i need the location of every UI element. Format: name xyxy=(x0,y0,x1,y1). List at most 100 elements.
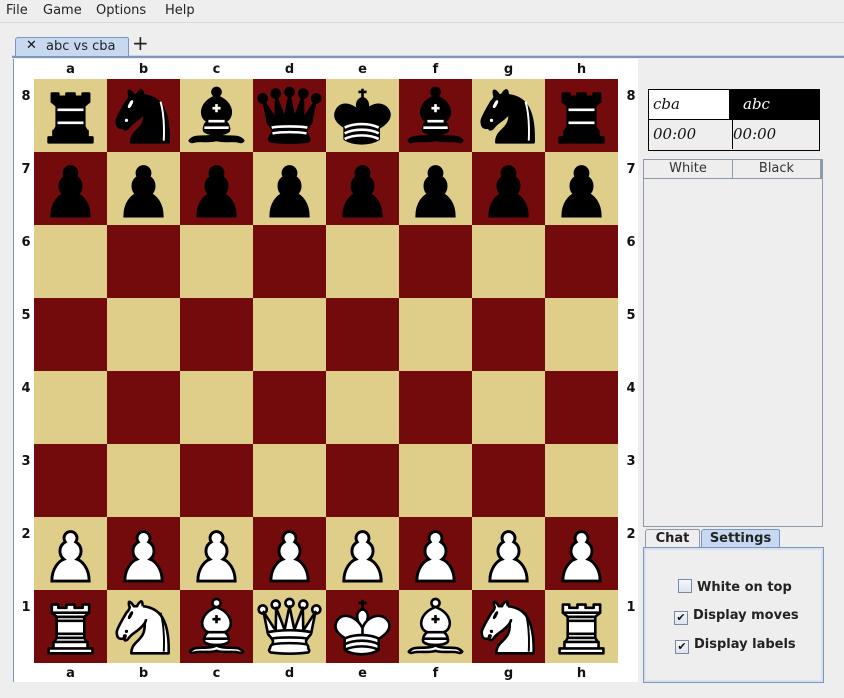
black-rook-icon[interactable] xyxy=(34,79,107,152)
square-e2[interactable] xyxy=(326,517,399,590)
square-c3[interactable] xyxy=(180,444,253,517)
black-pawn-icon[interactable] xyxy=(326,152,399,225)
square-a1[interactable] xyxy=(34,590,107,663)
black-rook-icon[interactable] xyxy=(545,79,618,152)
square-h3[interactable] xyxy=(545,444,618,517)
square-g2[interactable] xyxy=(472,517,545,590)
white-bishop-icon[interactable] xyxy=(180,590,253,663)
square-d2[interactable] xyxy=(253,517,326,590)
square-c8[interactable] xyxy=(180,79,253,152)
tab-game[interactable]: ✕ abc vs cba xyxy=(15,37,129,56)
square-g7[interactable] xyxy=(472,152,545,225)
square-b3[interactable] xyxy=(107,444,180,517)
square-g8[interactable] xyxy=(472,79,545,152)
square-g4[interactable] xyxy=(472,371,545,444)
square-h7[interactable] xyxy=(545,152,618,225)
add-tab-button[interactable]: + xyxy=(132,32,149,54)
square-d1[interactable] xyxy=(253,590,326,663)
square-f3[interactable] xyxy=(399,444,472,517)
square-f5[interactable] xyxy=(399,298,472,371)
menu-help[interactable]: Help xyxy=(165,3,195,18)
black-pawn-icon[interactable] xyxy=(34,152,107,225)
white-pawn-icon[interactable] xyxy=(399,517,472,590)
white-queen-icon[interactable] xyxy=(253,590,326,663)
square-d6[interactable] xyxy=(253,225,326,298)
square-a6[interactable] xyxy=(34,225,107,298)
square-e5[interactable] xyxy=(326,298,399,371)
chess-board[interactable] xyxy=(34,79,618,663)
square-b7[interactable] xyxy=(107,152,180,225)
square-d8[interactable] xyxy=(253,79,326,152)
square-c5[interactable] xyxy=(180,298,253,371)
square-b8[interactable] xyxy=(107,79,180,152)
square-f1[interactable] xyxy=(399,590,472,663)
black-pawn-icon[interactable] xyxy=(545,152,618,225)
close-icon[interactable]: ✕ xyxy=(26,38,37,53)
square-e4[interactable] xyxy=(326,371,399,444)
tab-chat[interactable]: Chat xyxy=(645,529,700,548)
display-moves-option[interactable]: ✔ Display moves xyxy=(674,608,799,625)
square-d5[interactable] xyxy=(253,298,326,371)
square-e1[interactable] xyxy=(326,590,399,663)
square-h5[interactable] xyxy=(545,298,618,371)
menu-options[interactable]: Options xyxy=(96,3,146,18)
white-king-icon[interactable] xyxy=(326,590,399,663)
square-a2[interactable] xyxy=(34,517,107,590)
moves-table[interactable]: White Black xyxy=(643,159,823,527)
tab-settings[interactable]: Settings xyxy=(701,529,780,548)
white-pawn-icon[interactable] xyxy=(34,517,107,590)
white-bishop-icon[interactable] xyxy=(399,590,472,663)
square-b1[interactable] xyxy=(107,590,180,663)
white-rook-icon[interactable] xyxy=(34,590,107,663)
square-c1[interactable] xyxy=(180,590,253,663)
square-e8[interactable] xyxy=(326,79,399,152)
black-pawn-icon[interactable] xyxy=(472,152,545,225)
square-f2[interactable] xyxy=(399,517,472,590)
white-knight-icon[interactable] xyxy=(472,590,545,663)
square-f4[interactable] xyxy=(399,371,472,444)
white-pawn-icon[interactable] xyxy=(545,517,618,590)
square-a4[interactable] xyxy=(34,371,107,444)
black-pawn-icon[interactable] xyxy=(180,152,253,225)
menu-game[interactable]: Game xyxy=(43,3,82,18)
square-c2[interactable] xyxy=(180,517,253,590)
white-pawn-icon[interactable] xyxy=(253,517,326,590)
white-rook-icon[interactable] xyxy=(545,590,618,663)
display-labels-checkbox[interactable]: ✔ xyxy=(675,640,689,654)
square-g3[interactable] xyxy=(472,444,545,517)
white-on-top-checkbox[interactable] xyxy=(678,579,692,593)
moves-header-white[interactable]: White xyxy=(644,160,733,179)
square-f7[interactable] xyxy=(399,152,472,225)
square-a3[interactable] xyxy=(34,444,107,517)
square-c7[interactable] xyxy=(180,152,253,225)
square-b5[interactable] xyxy=(107,298,180,371)
black-queen-icon[interactable] xyxy=(253,79,326,152)
black-knight-icon[interactable] xyxy=(472,79,545,152)
moves-header-black[interactable]: Black xyxy=(733,160,822,179)
black-king-icon[interactable] xyxy=(326,79,399,152)
white-pawn-icon[interactable] xyxy=(180,517,253,590)
black-pawn-icon[interactable] xyxy=(107,152,180,225)
black-bishop-icon[interactable] xyxy=(180,79,253,152)
square-d4[interactable] xyxy=(253,371,326,444)
square-b2[interactable] xyxy=(107,517,180,590)
black-bishop-icon[interactable] xyxy=(399,79,472,152)
square-d7[interactable] xyxy=(253,152,326,225)
black-knight-icon[interactable] xyxy=(107,79,180,152)
white-pawn-icon[interactable] xyxy=(326,517,399,590)
square-e7[interactable] xyxy=(326,152,399,225)
square-g6[interactable] xyxy=(472,225,545,298)
square-h4[interactable] xyxy=(545,371,618,444)
square-a7[interactable] xyxy=(34,152,107,225)
square-g1[interactable] xyxy=(472,590,545,663)
white-pawn-icon[interactable] xyxy=(107,517,180,590)
white-pawn-icon[interactable] xyxy=(472,517,545,590)
square-c6[interactable] xyxy=(180,225,253,298)
square-h2[interactable] xyxy=(545,517,618,590)
square-h8[interactable] xyxy=(545,79,618,152)
square-g5[interactable] xyxy=(472,298,545,371)
white-knight-icon[interactable] xyxy=(107,590,180,663)
white-on-top-option[interactable]: White on top xyxy=(678,579,792,595)
square-h1[interactable] xyxy=(545,590,618,663)
black-pawn-icon[interactable] xyxy=(399,152,472,225)
